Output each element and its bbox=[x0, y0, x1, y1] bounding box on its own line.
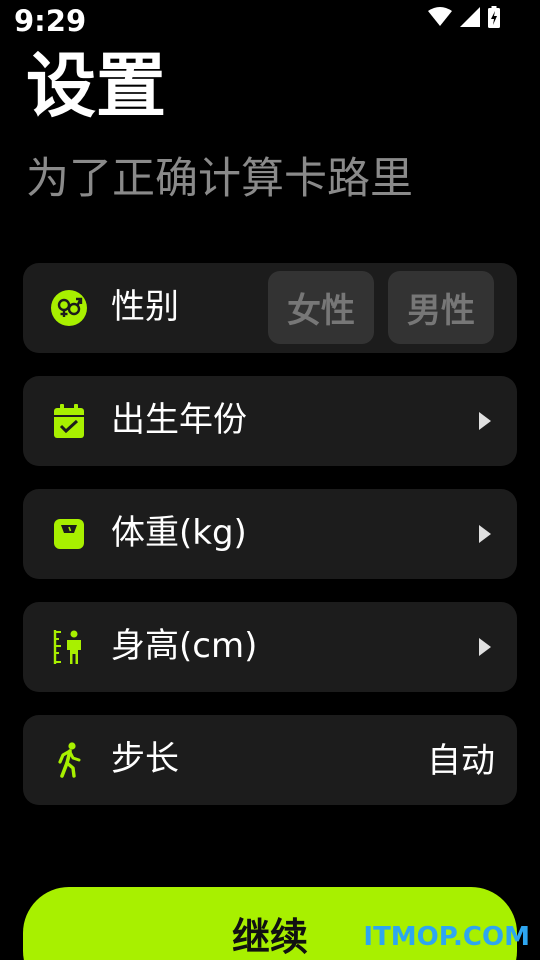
calendar-check-icon bbox=[54, 404, 84, 438]
weight-label: 体重(kg) bbox=[111, 513, 247, 553]
height-label: 身高(cm) bbox=[111, 626, 258, 666]
battery-icon bbox=[488, 6, 500, 28]
gender-label: 性别 bbox=[111, 287, 179, 327]
male-button[interactable]: 男性 bbox=[388, 271, 494, 344]
watermark: ITMOP.COM bbox=[363, 922, 530, 952]
page-subtitle: 为了正确计算卡路里 bbox=[26, 154, 413, 204]
chevron-right-icon bbox=[479, 525, 491, 543]
gender-row: 性别 女性 男性 bbox=[23, 263, 517, 353]
chevron-right-icon bbox=[479, 412, 491, 430]
chevron-right-icon bbox=[479, 638, 491, 656]
scale-icon bbox=[54, 519, 84, 549]
birth-year-label: 出生年份 bbox=[111, 400, 247, 440]
walking-icon bbox=[58, 742, 81, 778]
stride-label: 步长 bbox=[111, 739, 179, 779]
wifi-icon bbox=[428, 7, 452, 26]
status-bar: 9:29 bbox=[0, 0, 540, 44]
birth-year-row[interactable]: 出生年份 bbox=[23, 376, 517, 466]
status-icons bbox=[428, 6, 500, 28]
signal-icon bbox=[460, 7, 480, 27]
page-title: 设置 bbox=[26, 45, 166, 127]
height-row[interactable]: 身高(cm) bbox=[23, 602, 517, 692]
status-time: 9:29 bbox=[14, 4, 87, 38]
gender-icon bbox=[51, 290, 87, 326]
female-button[interactable]: 女性 bbox=[268, 271, 374, 344]
stride-value: 自动 bbox=[427, 741, 495, 781]
continue-label: 继续 bbox=[231, 915, 308, 959]
weight-row[interactable]: 体重(kg) bbox=[23, 489, 517, 579]
height-ruler-icon bbox=[53, 630, 81, 664]
stride-row[interactable]: 步长 自动 bbox=[23, 715, 517, 805]
